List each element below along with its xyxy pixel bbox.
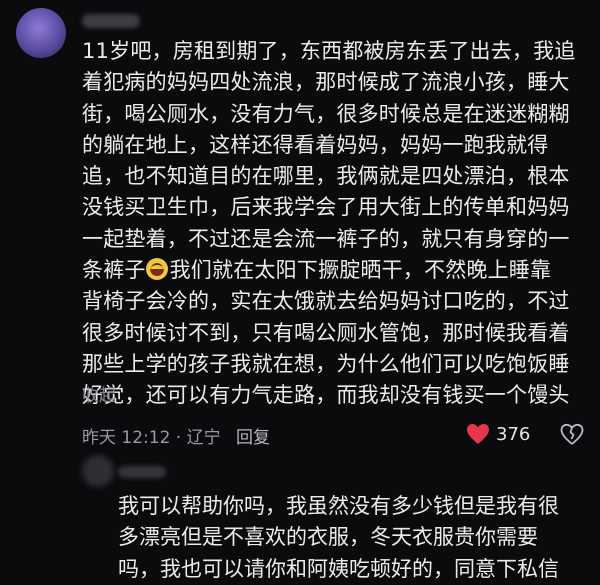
- comment-line: 一起垫着，不过还是会流一裤子的，就只有身穿的一: [82, 226, 570, 251]
- comment-line: 追，也不知道目的在哪里，我俩就是四处漂泊，根本: [82, 164, 570, 189]
- reply-line: 我可以帮助你吗，我虽然没有多少钱但是我有很: [118, 494, 559, 518]
- laughing-face-emoji-icon: [145, 258, 168, 281]
- comment-line: 好觉，还可以有力气走路，而我却没有钱买一个馒头: [82, 383, 570, 408]
- reply-body: 我可以帮助你吗，我虽然没有多少钱但是我有很 多漂亮但是不喜欢的衣服，冬天衣服贵你…: [118, 491, 588, 585]
- comment-body: 11岁吧，房租到期了，东西都被房东丢了出去，我追 着犯病的妈妈四处流浪，那时候成…: [82, 36, 586, 412]
- comment-meta: 昨天 12:12 · 辽宁: [82, 428, 221, 448]
- comment-line: 11岁吧，房租到期了，东西都被房东丢了出去，我追: [82, 39, 576, 63]
- replier-avatar[interactable]: [82, 455, 114, 487]
- comment-line: 街，喝公厕水，没有力气，很多时候总是在迷迷糊糊: [82, 101, 570, 126]
- replier-name[interactable]: [118, 466, 166, 478]
- reply-line: 多漂亮但是不喜欢的衣服，冬天衣服贵你需要: [118, 525, 538, 550]
- commenter-avatar[interactable]: [16, 8, 66, 58]
- like-count: 376: [496, 423, 531, 445]
- collapse-link[interactable]: 收起: [82, 381, 116, 406]
- comment-line-with-emoji: 条裤子 我们就在太阳下撅腚晒干，不然晚上睡靠: [82, 255, 586, 286]
- heart-icon: [467, 424, 489, 444]
- broken-heart-icon[interactable]: [560, 423, 584, 447]
- reply-line: 吗，我也可以请你和阿姨吃顿好的，同意下私信: [118, 556, 559, 581]
- comment-line: 那些上学的孩子我就在想，为什么他们可以吃饱饭睡: [82, 351, 570, 376]
- comment-line-part: 我们就在太阳下撅腚晒干，不然晚上睡靠: [169, 258, 552, 283]
- like-button[interactable]: 376: [466, 423, 530, 445]
- comment-line: 的躺在地上，这样还得看着妈妈，妈妈一跑我就得: [82, 132, 549, 157]
- comment-line: 很多时候讨不到，只有喝公厕水管饱，那时候我看着: [82, 320, 570, 345]
- comment-line: 背椅子会冷的，实在太饿就去给妈妈讨口吃的，不过: [82, 289, 570, 314]
- comment-line-part: 条裤子: [82, 258, 146, 283]
- comment-line: 着犯病的妈妈四处流浪，那时候成了流浪小孩，睡大: [82, 70, 570, 95]
- reply-button[interactable]: 回复: [236, 423, 270, 448]
- commenter-name[interactable]: [82, 14, 140, 28]
- comment-line: 没钱买卫生巾，后来我学会了用大街上的传单和妈妈: [82, 195, 570, 220]
